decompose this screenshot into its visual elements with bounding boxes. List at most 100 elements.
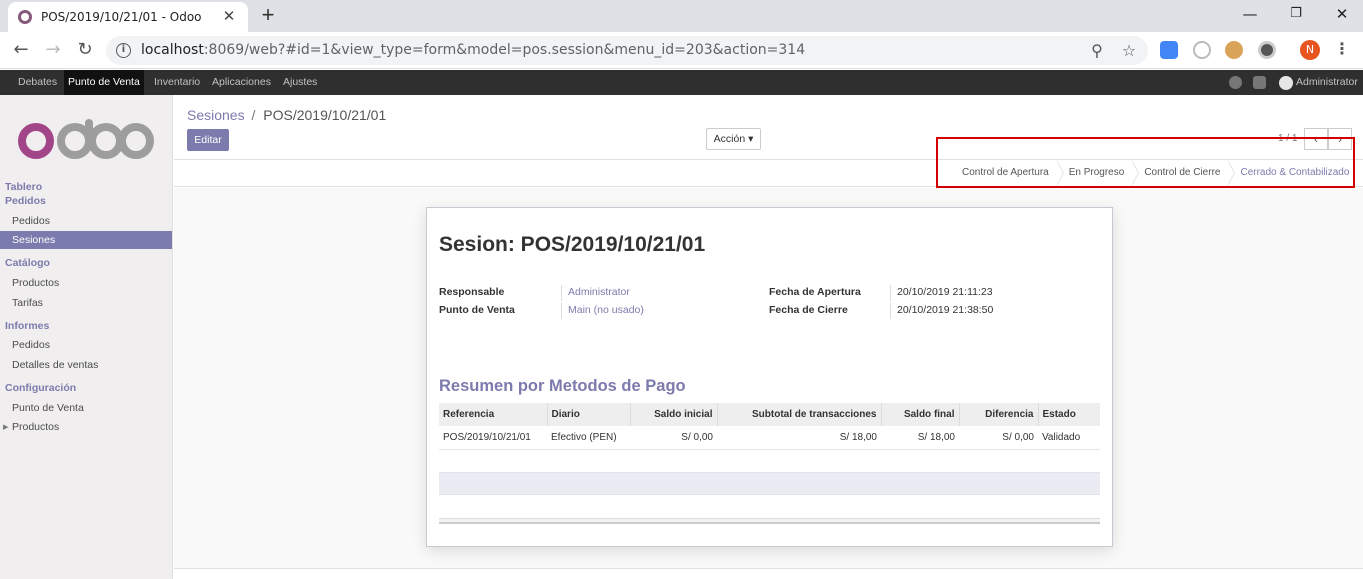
responsable-value[interactable]: Administrator [561, 285, 630, 301]
sidebar: Tablero Pedidos Pedidos Sesiones Catálog… [0, 95, 173, 579]
column-header-saldo-final[interactable]: Saldo final [881, 403, 960, 426]
table-row[interactable]: POS/2019/10/21/01 Efectivo (PEN) S/ 0,00… [439, 426, 1100, 450]
sidebar-section-tablero[interactable]: Tablero [5, 181, 42, 193]
cell-saldo-final: S/ 18,00 [881, 426, 959, 450]
user-avatar[interactable] [1279, 76, 1293, 90]
odoo-favicon-icon [18, 10, 32, 24]
reload-icon[interactable]: ↻ [72, 37, 98, 63]
fecha-apertura-value: 20/10/2019 21:11:23 [890, 285, 993, 301]
fecha-cierre-value: 20/10/2019 21:38:50 [890, 303, 993, 319]
translate-extension-icon[interactable] [1160, 41, 1178, 59]
sidebar-item-sesiones[interactable]: Sesiones [0, 231, 172, 249]
sidebar-item-config-productos[interactable]: Productos [0, 418, 172, 436]
forward-icon[interactable]: → [40, 37, 66, 63]
sidebar-section-catalogo[interactable]: Catálogo [5, 257, 50, 269]
url-text[interactable]: localhost:8069/web?#id=1&view_type=form&… [141, 42, 805, 58]
breadcrumb-sesiones[interactable]: Sesiones [187, 107, 245, 123]
table-empty-row [439, 472, 1100, 495]
cookie-extension-icon[interactable] [1225, 41, 1243, 59]
user-menu[interactable]: Administrator [1296, 70, 1358, 95]
column-header-saldo-inicial[interactable]: Saldo inicial [630, 403, 718, 426]
menu-icon[interactable]: ⋮ [1332, 37, 1352, 63]
zoom-icon[interactable]: ⚲ [1086, 40, 1108, 62]
sidebar-item-informes-pedidos[interactable]: Pedidos [0, 336, 172, 354]
stage-cerrado-contabilizado[interactable]: Cerrado & Contabilizado [1228, 160, 1357, 186]
column-header-subtotal[interactable]: Subtotal de transacciones [717, 403, 882, 426]
status-stages: Control de Apertura En Progreso Control … [950, 160, 1357, 186]
url-host: localhost [141, 42, 204, 58]
cell-saldo-inicial: S/ 0,00 [630, 426, 717, 450]
cell-referencia: POS/2019/10/21/01 [439, 426, 547, 450]
form-sheet: Sesion: POS/2019/10/21/01 Responsable Ad… [426, 207, 1113, 547]
extension-icon[interactable] [1258, 41, 1276, 59]
logo-o3 [118, 123, 154, 159]
fecha-cierre-label: Fecha de Cierre [769, 304, 848, 316]
info-icon[interactable]: i [116, 43, 131, 58]
table-footer [439, 518, 1100, 524]
sidebar-item-detalles-de-ventas[interactable]: Detalles de ventas [0, 356, 172, 374]
breadcrumb-current: POS/2019/10/21/01 [263, 107, 387, 123]
pager-next-button[interactable]: › [1328, 128, 1352, 150]
top-menu-debates[interactable]: Debates [14, 70, 61, 95]
stage-en-progreso[interactable]: En Progreso [1057, 160, 1139, 186]
top-menu-punto-de-venta[interactable]: Punto de Venta [64, 70, 144, 95]
sidebar-item-config-punto-de-venta[interactable]: Punto de Venta [0, 399, 172, 417]
stage-control-apertura[interactable]: Control de Apertura [950, 160, 1064, 186]
cell-diferencia: S/ 0,00 [959, 426, 1038, 450]
new-tab-button[interactable]: + [256, 4, 280, 28]
sheet-bottom-divider [174, 568, 1363, 569]
punto-de-venta-value[interactable]: Main (no usado) [561, 303, 644, 319]
payment-methods-table: Referencia Diario Saldo inicial Subtotal… [439, 403, 1100, 450]
maximize-button[interactable]: ❐ [1273, 0, 1319, 30]
odoo-top-menu: Debates Punto de Venta Inventario Aplica… [0, 70, 1363, 95]
url-path: :8069/web?#id=1&view_type=form&model=pos… [203, 42, 806, 58]
minimize-button[interactable]: — [1227, 0, 1273, 30]
sidebar-item-productos[interactable]: Productos [0, 274, 172, 292]
edit-button[interactable]: Editar [187, 129, 229, 151]
column-header-referencia[interactable]: Referencia [439, 403, 548, 426]
table-header-row: Referencia Diario Saldo inicial Subtotal… [439, 403, 1100, 426]
breadcrumb-separator: / [251, 107, 256, 123]
cell-subtotal: S/ 18,00 [717, 426, 881, 450]
star-icon[interactable]: ☆ [1118, 40, 1140, 62]
extension-icon[interactable] [1193, 41, 1211, 59]
back-icon[interactable]: ← [8, 37, 34, 63]
sidebar-section-pedidos[interactable]: Pedidos [5, 195, 46, 207]
close-window-button[interactable]: ✕ [1319, 0, 1363, 30]
sidebar-section-informes[interactable]: Informes [5, 320, 49, 332]
punto-de-venta-label: Punto de Venta [439, 304, 515, 316]
breadcrumb: Sesiones / POS/2019/10/21/01 [187, 107, 386, 123]
form-statusbar: Control de Apertura En Progreso Control … [174, 160, 1363, 187]
odoo-logo[interactable] [18, 119, 158, 163]
fecha-apertura-label: Fecha de Apertura [769, 286, 861, 298]
session-title: Sesion: POS/2019/10/21/01 [439, 233, 706, 256]
top-menu-ajustes[interactable]: Ajustes [279, 70, 321, 95]
sidebar-item-tarifas[interactable]: Tarifas [0, 294, 172, 312]
top-menu-aplicaciones[interactable]: Aplicaciones [208, 70, 275, 95]
browser-tab[interactable]: POS/2019/10/21/01 - Odoo ✕ [8, 2, 248, 32]
tab-title: POS/2019/10/21/01 - Odoo [41, 10, 202, 24]
main-content: Sesiones / POS/2019/10/21/01 Editar Acci… [174, 95, 1363, 579]
browser-toolbar: ← → ↻ i localhost:8069/web?#id=1&view_ty… [0, 32, 1363, 69]
sidebar-section-configuracion[interactable]: Configuración [5, 382, 76, 394]
payments-summary-title: Resumen por Metodos de Pago [439, 377, 686, 395]
column-header-diferencia[interactable]: Diferencia [959, 403, 1039, 426]
column-header-estado[interactable]: Estado [1038, 403, 1100, 426]
chat-icon[interactable] [1253, 76, 1266, 89]
sidebar-item-pedidos[interactable]: Pedidos [0, 212, 172, 230]
column-header-diario[interactable]: Diario [547, 403, 631, 426]
pager-previous-button[interactable]: ‹ [1304, 128, 1328, 150]
pager-counter[interactable]: 1 / 1 [1278, 133, 1297, 144]
close-tab-icon[interactable]: ✕ [220, 8, 238, 26]
profile-avatar[interactable]: N [1300, 40, 1320, 60]
top-menu-inventario[interactable]: Inventario [150, 70, 204, 95]
browser-tab-strip: POS/2019/10/21/01 - Odoo ✕ + — ❐ ✕ [0, 0, 1363, 32]
logo-o1 [18, 123, 54, 159]
activity-icon[interactable] [1229, 76, 1242, 89]
stage-control-cierre[interactable]: Control de Cierre [1132, 160, 1236, 186]
address-bar[interactable]: i localhost:8069/web?#id=1&view_type=for… [106, 36, 1148, 65]
cell-estado: Validado [1038, 426, 1100, 450]
cell-diario: Efectivo (PEN) [547, 426, 630, 450]
responsable-label: Responsable [439, 286, 505, 298]
action-dropdown[interactable]: Acción ▾ [706, 128, 761, 150]
